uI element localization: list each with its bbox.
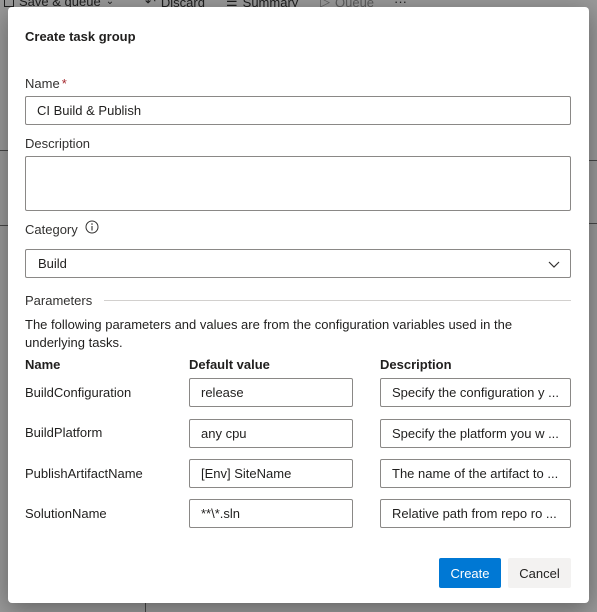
description-label: Description <box>25 136 91 151</box>
cancel-button[interactable]: Cancel <box>508 558 571 588</box>
category-label: Category <box>25 222 78 237</box>
parameter-description-input[interactable]: Specify the platform you w ... <box>380 419 571 448</box>
column-header-default-value: Default value <box>189 357 270 372</box>
parameter-description-input[interactable]: Relative path from repo ro ... <box>380 499 571 528</box>
column-header-name: Name <box>25 357 61 372</box>
dialog-title: Create task group <box>25 29 136 44</box>
info-icon[interactable] <box>85 220 99 234</box>
parameter-name: BuildConfiguration <box>25 385 132 400</box>
create-task-group-dialog: Create task group Name * CI Build & Publi… <box>8 7 589 603</box>
description-textarea[interactable] <box>25 156 571 211</box>
create-button[interactable]: Create <box>439 558 501 588</box>
parameter-default-input[interactable]: [Env] SiteName <box>189 459 353 488</box>
required-marker: * <box>61 76 67 91</box>
parameter-name: PublishArtifactName <box>25 466 143 481</box>
parameter-default-input[interactable]: **\*.sln <box>189 499 353 528</box>
parameter-description-input[interactable]: Specify the configuration y ... <box>380 378 571 407</box>
parameters-description: The following parameters and values are … <box>25 317 513 350</box>
column-header-description: Description <box>380 357 452 372</box>
parameters-divider <box>104 300 571 301</box>
parameter-name: SolutionName <box>25 506 107 521</box>
category-select[interactable]: Build <box>25 249 571 278</box>
parameters-heading: Parameters <box>25 293 93 308</box>
chevron-down-icon <box>548 261 560 268</box>
parameter-name: BuildPlatform <box>25 425 103 440</box>
name-label: Name * <box>25 76 67 91</box>
parameter-default-input[interactable]: release <box>189 378 353 407</box>
parameter-description-input[interactable]: The name of the artifact to ... <box>380 459 571 488</box>
parameter-default-input[interactable]: any cpu <box>189 419 353 448</box>
name-input[interactable]: CI Build & Publish <box>25 96 571 125</box>
